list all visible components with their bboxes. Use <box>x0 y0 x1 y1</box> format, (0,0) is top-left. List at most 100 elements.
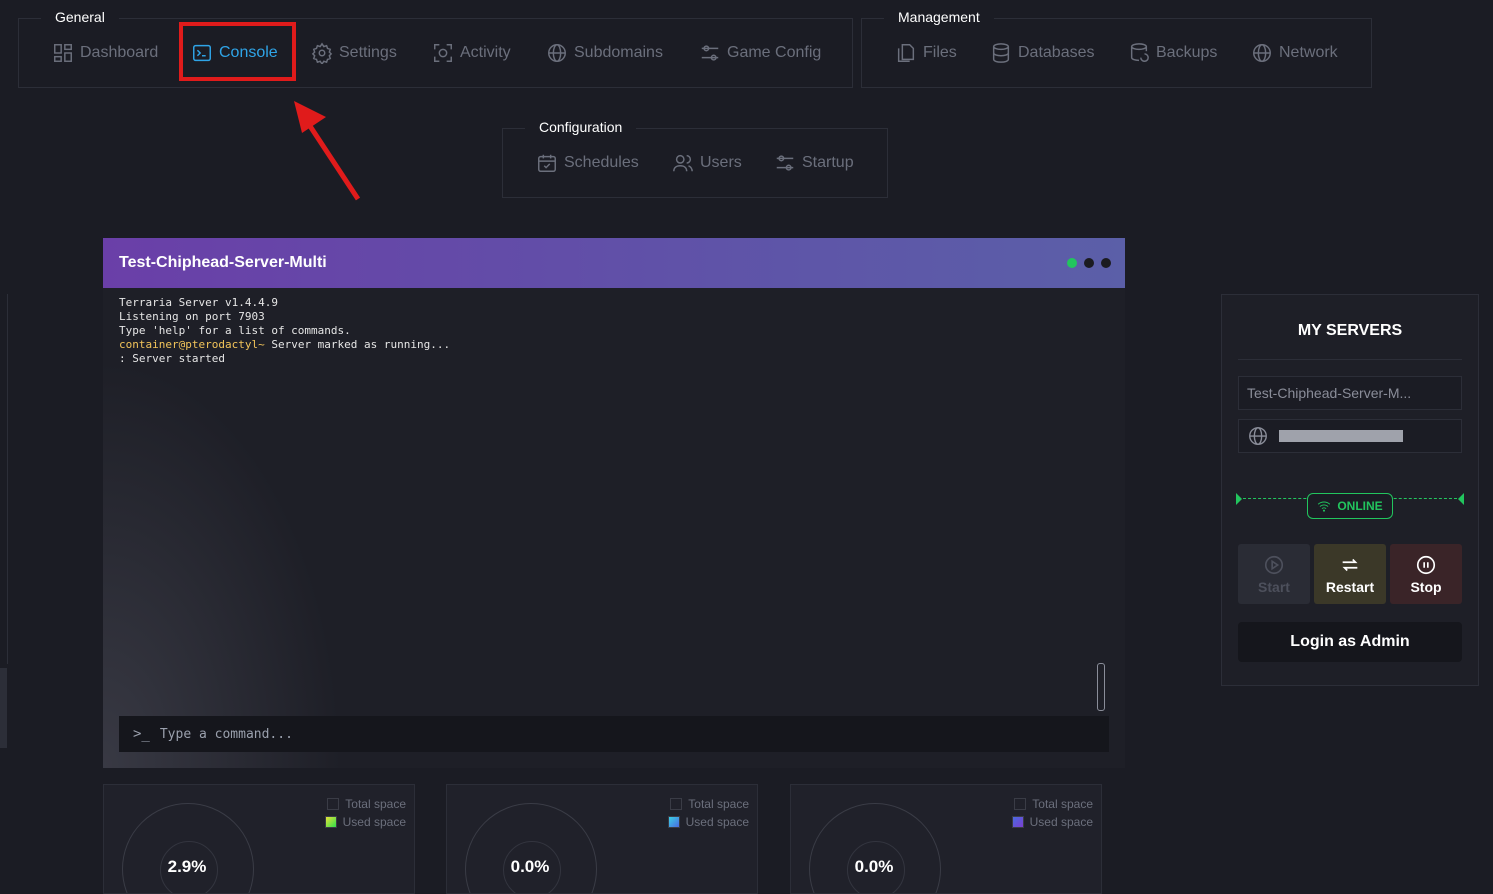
console-line: Terraria Server v1.4.4.9 <box>119 296 278 309</box>
start-label: Start <box>1258 578 1290 595</box>
backup-icon <box>1130 43 1149 62</box>
nav-item-activity[interactable]: Activity <box>432 42 511 64</box>
nav-item-subdomains[interactable]: Subdomains <box>546 42 663 64</box>
pointer-arrow-icon <box>294 101 361 201</box>
chart-legend: Total space Used space <box>1011 795 1093 831</box>
nav-group-title: General <box>41 5 119 29</box>
chart-legend: Total space Used space <box>667 795 749 831</box>
window-dots <box>1067 258 1111 268</box>
nav-item-label: Subdomains <box>574 44 663 61</box>
my-servers-panel: MY SERVERS Test-Chiphead-Server-M... ONL… <box>1221 294 1479 686</box>
login-as-admin-button[interactable]: Login as Admin <box>1238 622 1462 662</box>
nav-item-backups[interactable]: Backups <box>1128 42 1217 64</box>
gear-icon <box>311 42 333 64</box>
nav-group-general: General Dashboard Console Settings Activ… <box>18 5 853 88</box>
nav-item-dashboard[interactable]: Dashboard <box>52 42 158 64</box>
console-line: Listening on port 7903 <box>119 310 265 323</box>
usage-percent: 2.9% <box>167 857 207 876</box>
usage-ring <box>465 803 597 893</box>
files-icon <box>897 44 915 62</box>
nav-group-title: Configuration <box>525 115 637 139</box>
globe-icon <box>1253 44 1271 62</box>
console-line: Type 'help' for a list of commands. <box>119 324 351 337</box>
nav-item-label: Activity <box>460 44 511 61</box>
nav-item-label: Files <box>923 44 957 61</box>
terminal-prompt-icon: >_ <box>133 726 150 742</box>
nav-group-management: Management Files Databases Backups Netwo… <box>861 5 1372 88</box>
nav-item-label: Network <box>1279 44 1338 61</box>
globe-icon <box>1249 427 1267 445</box>
wifi-icon <box>1318 501 1331 512</box>
console-output: Terraria Server v1.4.4.9 Listening on po… <box>119 296 1109 366</box>
left-panel-edge <box>0 294 8 664</box>
status-marker-icon <box>1458 493 1464 505</box>
status-marker-icon <box>1236 493 1242 505</box>
legend-label: Used space <box>1029 815 1093 829</box>
pause-icon <box>1416 555 1436 574</box>
nav-item-users[interactable]: Users <box>672 152 742 174</box>
nav-item-files[interactable]: Files <box>895 42 957 64</box>
stop-button[interactable]: Stop <box>1390 544 1462 604</box>
stat-card-disk: Total space Used space 2.9% <box>103 784 415 894</box>
console-prompt-user: container@pterodactyl~ <box>119 338 265 351</box>
activity-icon <box>434 44 452 62</box>
nav-item-label: Backups <box>1156 44 1218 61</box>
stat-card-cpu: Total space Used space 0.0% <box>790 784 1102 894</box>
server-address-field[interactable] <box>1238 419 1462 453</box>
command-input[interactable] <box>157 725 1109 743</box>
servers-title: MY SERVERS <box>1297 322 1403 339</box>
nav-item-settings[interactable]: Settings <box>311 42 397 64</box>
nav-item-label: Databases <box>1018 44 1095 61</box>
start-button[interactable]: Start <box>1238 544 1310 604</box>
restart-button[interactable]: Restart <box>1314 544 1386 604</box>
legend-label: Total space <box>688 797 749 811</box>
nav-item-label: Settings <box>339 44 397 61</box>
dot-icon <box>1101 258 1111 268</box>
chart-legend: Total space Used space <box>324 795 406 831</box>
console-glow <box>103 358 343 768</box>
calendar-icon <box>538 154 556 172</box>
legend-swatch-used <box>667 816 680 828</box>
globe-icon <box>548 44 566 62</box>
usage-ring <box>809 803 941 893</box>
nav-item-label: Schedules <box>564 154 639 171</box>
status-dot-icon <box>1067 258 1077 268</box>
console-prompt-text: Server marked as running... <box>264 338 451 351</box>
usage-ring <box>122 803 254 893</box>
play-icon <box>1264 555 1284 574</box>
usage-percent: 0.0% <box>854 857 894 876</box>
command-bar: >_ <box>119 716 1109 752</box>
console-header: Test-Chiphead-Server-Multi <box>103 238 1125 288</box>
server-name-field[interactable]: Test-Chiphead-Server-M... <box>1238 376 1462 410</box>
nav-group-configuration: Configuration Schedules Users Startup <box>502 115 888 198</box>
database-icon <box>992 43 1010 63</box>
nav-item-label: Startup <box>802 154 854 171</box>
divider <box>1238 359 1462 360</box>
left-panel-scroll[interactable] <box>0 668 7 748</box>
sliders-icon <box>776 155 794 171</box>
users-icon <box>673 154 693 172</box>
nav-item-game-config[interactable]: Game Config <box>699 42 821 64</box>
console-line: : Server started <box>119 352 225 365</box>
legend-label: Used space <box>342 815 406 829</box>
status-badge: ONLINE <box>1307 493 1393 519</box>
nav-item-network[interactable]: Network <box>1251 42 1338 64</box>
legend-label: Total space <box>345 797 406 811</box>
usage-percent: 0.0% <box>510 857 550 876</box>
redacted-address <box>1279 430 1403 442</box>
console-panel: Test-Chiphead-Server-Multi Terraria Serv… <box>103 238 1125 768</box>
nav-item-schedules[interactable]: Schedules <box>536 152 639 174</box>
legend-label: Total space <box>1032 797 1093 811</box>
legend-swatch-total <box>1014 798 1027 810</box>
restart-icon <box>1342 558 1358 571</box>
stat-card-memory: Total space Used space 0.0% <box>446 784 758 894</box>
nav-item-startup[interactable]: Startup <box>774 152 854 174</box>
legend-swatch-used <box>324 816 337 828</box>
status-text: ONLINE <box>1337 499 1383 513</box>
console-scrollbar[interactable] <box>1097 663 1105 711</box>
nav-item-databases[interactable]: Databases <box>990 42 1095 64</box>
legend-swatch-total <box>670 798 683 810</box>
nav-item-label: Users <box>700 154 742 171</box>
dot-icon <box>1084 258 1094 268</box>
console-line: container@pterodactyl~ Server marked as … <box>119 338 1109 352</box>
